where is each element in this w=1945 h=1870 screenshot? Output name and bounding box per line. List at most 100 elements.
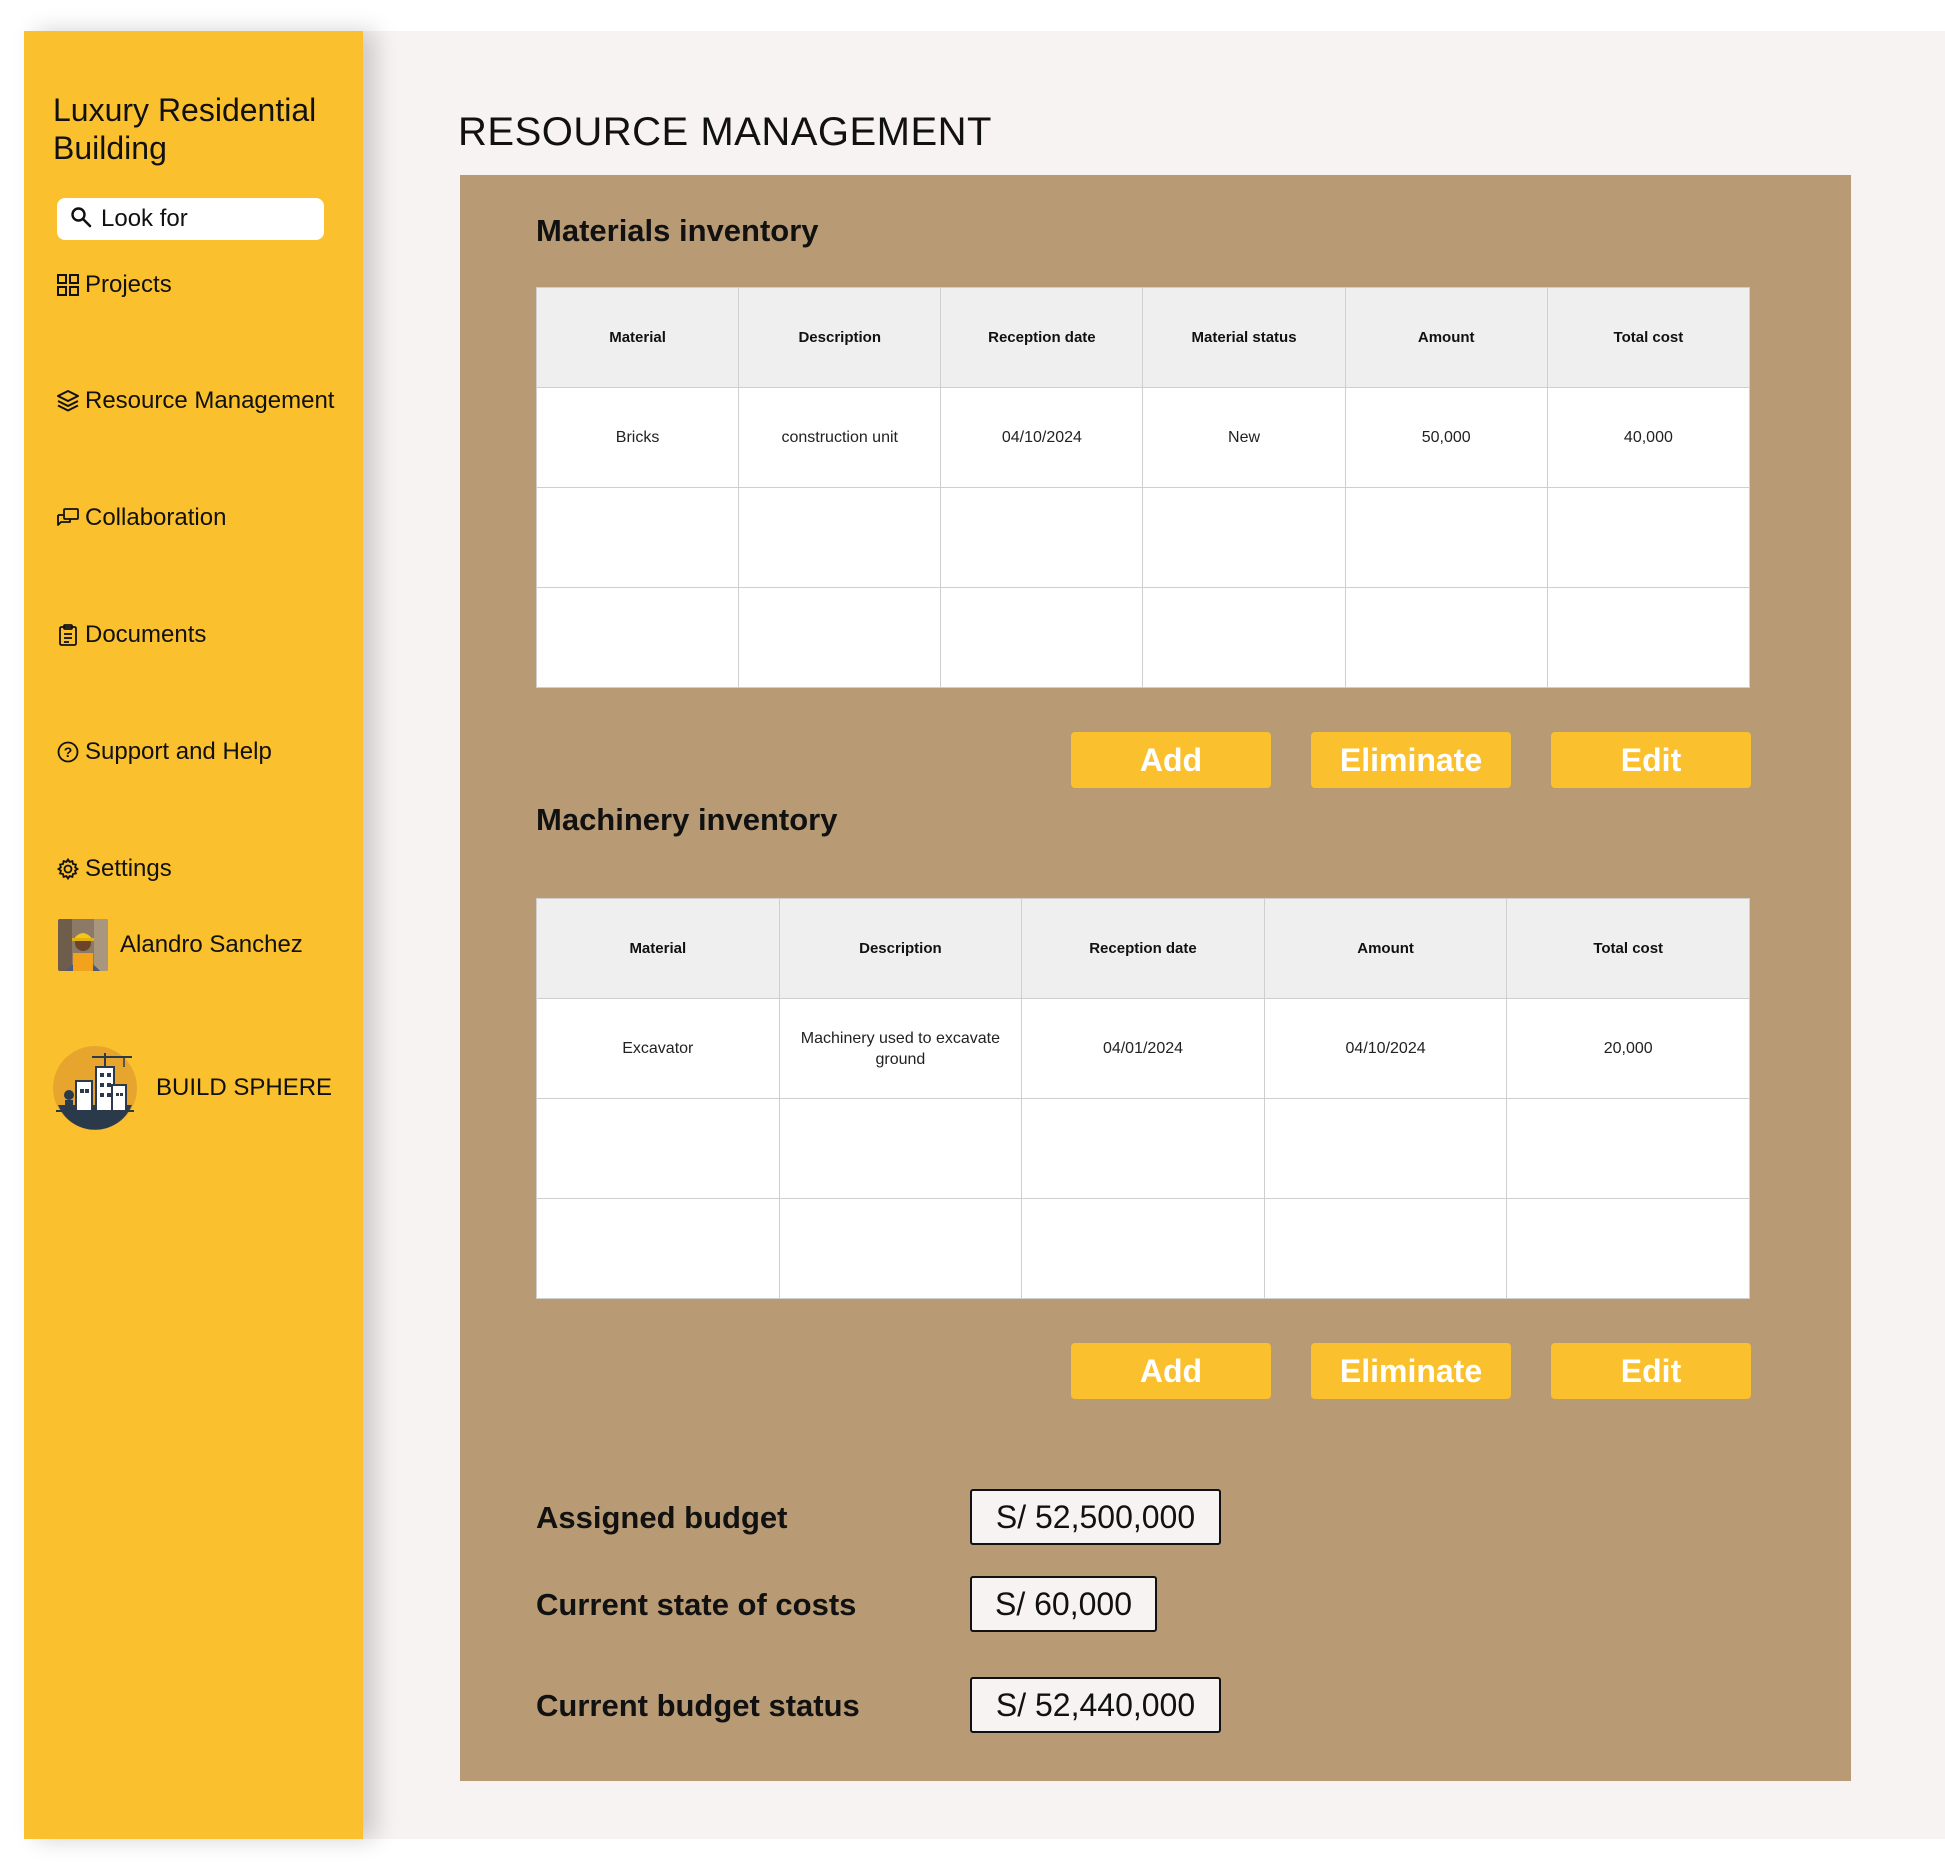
sidebar-item-label: Collaboration (85, 504, 227, 531)
machinery-eliminate-button[interactable]: Eliminate (1311, 1343, 1511, 1399)
column-header: Material (535, 287, 740, 388)
column-header: Description (778, 898, 1023, 999)
table-cell (738, 587, 942, 688)
table-cell (1263, 1098, 1508, 1199)
table-row[interactable] (535, 587, 1751, 688)
sidebar-item-resource-management[interactable]: Resource Management (55, 387, 334, 415)
machinery-edit-button[interactable]: Edit (1551, 1343, 1751, 1399)
brand: BUILD SPHERE (52, 1045, 332, 1131)
table-cell (536, 1198, 780, 1299)
table-cell (778, 1198, 1023, 1299)
table-cell: 20,000 (1506, 998, 1750, 1099)
table-cell (1021, 1198, 1265, 1299)
column-header: Total cost (1506, 898, 1750, 999)
column-header: Material (536, 898, 780, 999)
materials-add-button[interactable]: Add (1071, 732, 1271, 788)
user-profile[interactable]: Alandro Sanchez (58, 919, 303, 971)
current-costs-value: S/ 60,000 (970, 1576, 1157, 1632)
user-name: Alandro Sanchez (120, 931, 303, 958)
table-cell: Excavator (536, 998, 780, 1099)
table-cell (536, 1098, 780, 1199)
sidebar-item-collaboration[interactable]: Collaboration (55, 504, 226, 532)
machinery-add-button[interactable]: Add (1071, 1343, 1271, 1399)
svg-text:?: ? (64, 744, 73, 760)
table-cell (1344, 587, 1548, 688)
column-header: Amount (1263, 898, 1508, 999)
table-header-row: Material Description Reception date Amou… (536, 898, 1750, 999)
materials-eliminate-button[interactable]: Eliminate (1311, 732, 1511, 788)
table-row[interactable]: Excavator Machinery used to excavate gro… (536, 998, 1750, 1099)
table-cell: 04/10/2024 (1263, 998, 1508, 1099)
table-cell (1142, 587, 1346, 688)
table-cell: Bricks (535, 387, 740, 488)
search-icon (69, 205, 93, 234)
brand-name: BUILD SPHERE (156, 1074, 333, 1101)
table-cell (1506, 1098, 1750, 1199)
sidebar-item-support[interactable]: ? Support and Help (55, 738, 272, 766)
column-header: Reception date (940, 287, 1144, 388)
search-input[interactable] (101, 205, 301, 233)
clipboard-icon (55, 622, 81, 648)
table-cell: 40,000 (1546, 387, 1751, 488)
chat-icon (55, 505, 81, 531)
table-row[interactable] (536, 1098, 1750, 1199)
column-header: Total cost (1546, 287, 1751, 388)
column-header: Reception date (1021, 898, 1265, 999)
current-budget-status-label: Current budget status (536, 1688, 860, 1723)
sidebar-item-label: Resource Management (85, 387, 335, 414)
table-cell: construction unit (738, 387, 942, 488)
table-row[interactable]: Bricks construction unit 04/10/2024 New … (535, 387, 1751, 488)
table-cell: New (1142, 387, 1346, 488)
grid-icon (55, 272, 81, 298)
table-cell: 04/01/2024 (1021, 998, 1265, 1099)
table-cell (1142, 487, 1346, 588)
materials-inventory-title: Materials inventory (536, 213, 819, 248)
sidebar-item-documents[interactable]: Documents (55, 621, 206, 649)
table-cell (940, 487, 1144, 588)
column-header: Description (738, 287, 942, 388)
sidebar-item-label: Support and Help (85, 738, 272, 765)
table-cell (1344, 487, 1548, 588)
table-cell (535, 587, 740, 688)
sidebar-item-settings[interactable]: Settings (55, 855, 172, 883)
help-icon: ? (55, 739, 81, 765)
sidebar-item-label: Projects (85, 271, 172, 298)
layers-icon (55, 388, 81, 414)
table-cell (1546, 587, 1751, 688)
page-title: RESOURCE MANAGEMENT (458, 110, 992, 154)
table-header-row: Material Description Reception date Mate… (535, 287, 1751, 388)
gear-icon (55, 856, 81, 882)
sidebar-item-projects[interactable]: Projects (55, 271, 172, 299)
table-cell (1546, 487, 1751, 588)
table-row[interactable] (536, 1198, 1750, 1299)
table-cell (738, 487, 942, 588)
column-header: Amount (1344, 287, 1548, 388)
build-sphere-logo (52, 1045, 138, 1131)
table-cell (1506, 1198, 1750, 1299)
table-cell (535, 487, 740, 588)
sidebar: Luxury Residential Building Projects Res… (24, 31, 363, 1839)
materials-edit-button[interactable]: Edit (1551, 732, 1751, 788)
assigned-budget-label: Assigned budget (536, 1500, 788, 1535)
table-cell (778, 1098, 1023, 1199)
table-row[interactable] (535, 487, 1751, 588)
sidebar-item-label: Settings (85, 855, 172, 882)
table-cell: 50,000 (1344, 387, 1548, 488)
avatar (58, 919, 108, 971)
sidebar-item-label: Documents (85, 621, 207, 648)
materials-table: Material Description Reception date Mate… (535, 287, 1751, 688)
resource-panel: Materials inventory Material Description… (460, 175, 1851, 1781)
table-cell: Machinery used to excavate ground (778, 998, 1023, 1099)
table-cell (1021, 1098, 1265, 1199)
table-cell (1263, 1198, 1508, 1299)
current-budget-status-value: S/ 52,440,000 (970, 1677, 1221, 1733)
column-header: Material status (1142, 287, 1346, 388)
machinery-table: Material Description Reception date Amou… (536, 898, 1750, 1299)
table-cell: 04/10/2024 (940, 387, 1144, 488)
search-box[interactable] (57, 198, 324, 240)
project-title: Luxury Residential Building (53, 92, 317, 166)
current-costs-label: Current state of costs (536, 1587, 857, 1622)
table-cell (940, 587, 1144, 688)
assigned-budget-value: S/ 52,500,000 (970, 1489, 1221, 1545)
machinery-inventory-title: Machinery inventory (536, 802, 838, 837)
